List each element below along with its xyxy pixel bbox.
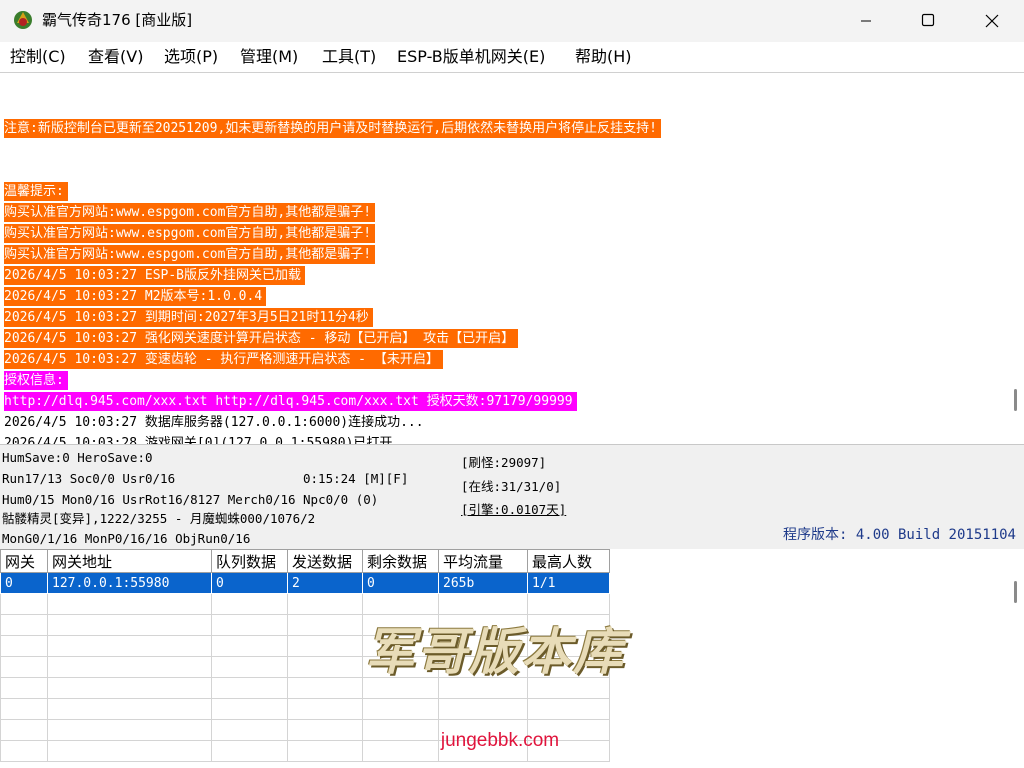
- maximize-icon: [921, 13, 935, 27]
- log-auth-header: 授权信息:: [4, 371, 68, 390]
- col-address[interactable]: 网关地址: [47, 549, 212, 573]
- log-line: 2026/4/5 10:03:28 游戏网关[0](127.0.0.1:5598…: [4, 436, 416, 444]
- menu-manage[interactable]: 管理(M): [240, 46, 298, 68]
- status-panel: HumSave:0 HeroSave:0 Run17/13 Soc0/0 Usr…: [0, 444, 1024, 550]
- log-line: 2026/4/5 10:03:27 变速齿轮 - 执行严格测速开启状态 - 【未…: [4, 350, 443, 369]
- status-mong: MonG0/1/16 MonP0/16/16 ObjRun0/16: [2, 531, 251, 546]
- menu-control[interactable]: 控制(C): [10, 46, 66, 68]
- window-title: 霸气传奇176 [商业版]: [42, 11, 193, 29]
- cell-queue: 0: [211, 572, 288, 594]
- table-scrollbar[interactable]: [1006, 549, 1024, 768]
- status-monster: 骷髅精灵[变异],1222/3255 - 月魔蜘蛛000/1076/2: [2, 511, 316, 526]
- log-line: 购买认准官方网站:www.espgom.com官方自助,其他都是骗子!: [4, 224, 376, 243]
- log-line: 2026/4/5 10:03:27 到期时间:2027年3月5日21时11分4秒: [4, 308, 373, 327]
- minimize-button[interactable]: [835, 0, 897, 42]
- cell-avg-traffic: 265b: [438, 572, 528, 594]
- log-line: 2026/4/5 10:03:27 ESP-B版反外挂网关已加载: [4, 266, 306, 285]
- table-row[interactable]: 0 127.0.0.1:55980 0 2 0 265b 1/1: [0, 572, 610, 594]
- log-panel[interactable]: 注意:新版控制台已更新至20251209,如未更新替换的用户请及时替换运行,后期…: [0, 73, 1006, 444]
- status-engine: [引擎:0.0107天]: [461, 502, 567, 517]
- log-line: 2026/4/5 10:03:27 强化网关速度计算开启状态 - 移动【已开启】…: [4, 329, 519, 348]
- table-header: 网关 网关地址 队列数据 发送数据 剩余数据 平均流量 最高人数: [0, 549, 610, 573]
- watermark-url: jungebbk.com: [440, 730, 560, 751]
- status-online: [在线:31/31/0]: [461, 479, 562, 494]
- menu-view[interactable]: 查看(V): [88, 46, 143, 68]
- menu-options[interactable]: 选项(P): [164, 46, 218, 68]
- scroll-thumb[interactable]: [1014, 581, 1017, 603]
- program-version: 程序版本: 4.00 Build 20151104: [782, 527, 1016, 543]
- close-button[interactable]: [960, 0, 1022, 42]
- cell-remaining: 0: [362, 572, 439, 594]
- cell-gateway: 0: [0, 572, 48, 594]
- log-line: 购买认准官方网站:www.espgom.com官方自助,其他都是骗子!: [4, 203, 376, 222]
- watermark-logo: 军哥版本库 jungebbk.com: [365, 612, 635, 751]
- status-refresh: [刷怪:29097]: [461, 455, 547, 470]
- watermark-logo-text: 军哥版本库: [365, 622, 625, 681]
- status-runtime: 0:15:24 [M][F]: [303, 471, 409, 486]
- maximize-button[interactable]: [897, 0, 959, 42]
- status-hum: Hum0/15 Mon0/16 UsrRot16/8127 Merch0/16 …: [2, 492, 379, 507]
- menu-bar: 控制(C) 查看(V) 选项(P) 管理(M) 工具(T) ESP-B版单机网关…: [0, 42, 1024, 73]
- col-queue[interactable]: 队列数据: [211, 549, 288, 573]
- game-app-icon: [14, 11, 32, 29]
- scroll-thumb[interactable]: [1014, 389, 1017, 411]
- log-line: 2026/4/5 10:03:27 M2版本号:1.0.0.4: [4, 287, 267, 306]
- col-avg-traffic[interactable]: 平均流量: [438, 549, 528, 573]
- title-bar: 霸气传奇176 [商业版]: [0, 0, 1024, 42]
- menu-tools[interactable]: 工具(T): [322, 46, 376, 68]
- status-run: Run17/13 Soc0/0 Usr0/16: [2, 471, 176, 486]
- status-save: HumSave:0 HeroSave:0: [2, 450, 153, 465]
- col-sent[interactable]: 发送数据: [287, 549, 363, 573]
- menu-esp-gateway[interactable]: ESP-B版单机网关(E): [397, 46, 545, 68]
- log-scrollbar[interactable]: [1006, 73, 1024, 444]
- minimize-icon: [861, 20, 871, 22]
- log-auth-line: http://dlq.945.com/xxx.txt http://dlq.94…: [4, 392, 577, 411]
- log-line: 购买认准官方网站:www.espgom.com官方自助,其他都是骗子!: [4, 245, 376, 264]
- log-notice: 注意:新版控制台已更新至20251209,如未更新替换的用户请及时替换运行,后期…: [4, 119, 661, 138]
- log-line: 2026/4/5 10:03:27 数据库服务器(127.0.0.1:6000)…: [4, 415, 424, 430]
- close-icon: [985, 14, 999, 28]
- log-tips-header: 温馨提示:: [4, 182, 68, 201]
- col-max-users[interactable]: 最高人数: [527, 549, 610, 573]
- cell-sent: 2: [287, 572, 363, 594]
- col-remaining[interactable]: 剩余数据: [362, 549, 439, 573]
- menu-help[interactable]: 帮助(H): [575, 46, 632, 68]
- col-gateway[interactable]: 网关: [0, 549, 48, 573]
- cell-max-users: 1/1: [527, 572, 610, 594]
- cell-address: 127.0.0.1:55980: [47, 572, 212, 594]
